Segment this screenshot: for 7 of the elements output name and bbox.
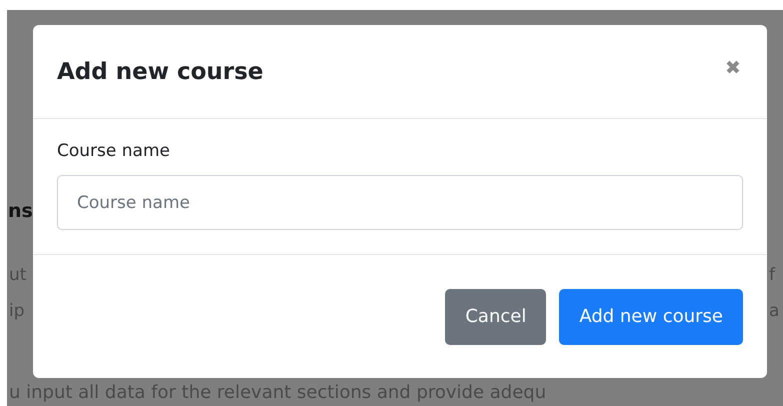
field-label: Course name [57,141,171,161]
cancel-button[interactable]: Cancel [445,288,546,344]
add-course-button[interactable]: Add new course [559,288,743,344]
page-heading: ns [8,200,33,222]
close-button[interactable]: ✖ [723,56,743,80]
modal-title: Add new course [57,58,264,84]
course-name-field[interactable]: Course name [57,175,743,230]
